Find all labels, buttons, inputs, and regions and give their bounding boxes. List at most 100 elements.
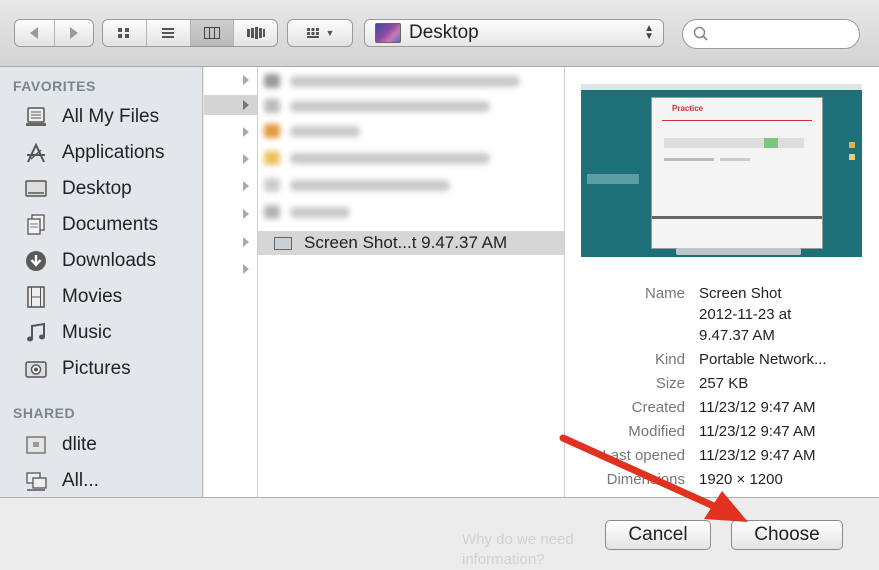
documents-icon — [24, 213, 48, 237]
name-value: Screen Shot — [699, 285, 782, 302]
sidebar-item-label: All My Files — [62, 106, 160, 127]
column-row[interactable] — [204, 122, 257, 142]
modified-value: 11/23/12 9:47 AM — [699, 423, 816, 440]
blurred-file-row[interactable] — [264, 201, 350, 223]
desktop-icon — [24, 177, 48, 201]
sidebar-item-label: Pictures — [62, 358, 131, 379]
image-file-icon — [274, 236, 292, 250]
sidebar-item-desktop[interactable]: Desktop — [24, 174, 132, 204]
forward-arrow-icon — [69, 27, 78, 39]
sidebar-item-movies[interactable]: Movies — [24, 282, 122, 312]
sidebar-item-label: dlite — [62, 434, 97, 455]
selected-file-row[interactable]: Screen Shot...t 9.47.37 AM — [258, 231, 564, 255]
shared-header: SHARED — [13, 405, 76, 421]
back-arrow-icon — [30, 27, 39, 39]
disclosure-arrow-icon — [243, 237, 249, 247]
created-label: Created — [631, 399, 685, 416]
sidebar-item-pictures[interactable]: Pictures — [24, 354, 131, 384]
kind-label: Kind — [654, 351, 685, 368]
search-field[interactable] — [682, 19, 860, 49]
arrange-grid-icon — [306, 28, 319, 38]
search-icon — [693, 26, 708, 41]
created-value: 11/23/12 9:47 AM — [699, 399, 816, 416]
music-icon — [24, 321, 48, 345]
blurred-file-row[interactable] — [264, 70, 520, 92]
blurred-file-row[interactable] — [264, 120, 360, 142]
column-row[interactable] — [204, 176, 257, 196]
sidebar-item-dlite[interactable]: dlite — [24, 430, 97, 460]
location-popup[interactable]: Desktop ▲ ▼ — [364, 19, 664, 47]
choose-button[interactable]: Choose — [731, 520, 843, 550]
all-files-icon — [24, 105, 48, 129]
downloads-icon — [24, 249, 48, 273]
browser-column-2: Screen Shot...t 9.47.37 AM — [258, 67, 565, 497]
back-button[interactable] — [15, 20, 55, 46]
preview-pane: Practice Name Screen Shot 2012-11-23 at … — [565, 67, 879, 497]
column-row[interactable] — [204, 149, 257, 169]
sidebar-item-label: Documents — [62, 214, 159, 235]
column-row[interactable] — [204, 204, 257, 224]
size-value: 257 KB — [699, 375, 749, 392]
computer-icon — [24, 433, 48, 457]
sidebar-item-label: Applications — [62, 142, 165, 163]
pictures-icon — [24, 357, 48, 381]
desktop-folder-icon — [375, 23, 401, 43]
chevron-down-icon: ▼ — [325, 28, 335, 38]
sidebar-item-label: Desktop — [62, 178, 132, 199]
sidebar-item-downloads[interactable]: Downloads — [24, 246, 156, 276]
name-value: 2012-11-23 at — [699, 306, 792, 323]
view-mode-control — [102, 19, 278, 47]
disclosure-arrow-icon — [243, 154, 249, 164]
column-view-button[interactable] — [190, 20, 235, 46]
forward-button[interactable] — [55, 20, 94, 46]
disclosure-arrow-icon — [243, 100, 249, 110]
dimensions-label: Dimensions — [606, 471, 685, 488]
kind-value: Portable Network... — [699, 351, 827, 368]
column-row[interactable] — [204, 259, 257, 279]
thumb-title: Practice — [672, 104, 704, 113]
coverflow-view-button[interactable] — [234, 20, 277, 46]
column-row[interactable] — [204, 70, 257, 90]
disclosure-arrow-icon — [243, 75, 249, 85]
blurred-file-row[interactable] — [264, 174, 450, 196]
cancel-button[interactable]: Cancel — [605, 520, 711, 550]
toolbar: ▼ Desktop ▲ ▼ — [0, 0, 879, 67]
background-page-text: Why do we need information? — [462, 530, 574, 570]
icon-view-button[interactable] — [103, 20, 147, 46]
disclosure-arrow-icon — [243, 127, 249, 137]
column-row[interactable] — [204, 95, 257, 115]
list-view-button[interactable] — [147, 20, 191, 46]
favorites-header: FAVORITES — [13, 78, 96, 94]
updown-arrows-icon: ▲ ▼ — [644, 23, 654, 42]
selected-file-name: Screen Shot...t 9.47.37 AM — [304, 233, 508, 252]
applications-icon — [24, 141, 48, 165]
sidebar-item-applications[interactable]: Applications — [24, 138, 164, 168]
arrange-menu-button[interactable]: ▼ — [287, 19, 353, 47]
list-view-icon — [162, 28, 175, 38]
sidebar-item-label: All... — [62, 470, 99, 491]
blurred-file-row[interactable] — [264, 147, 490, 169]
coverflow-view-icon — [246, 27, 265, 39]
sidebar-item-label: Movies — [62, 286, 123, 307]
last-opened-label: Last opened — [602, 447, 685, 464]
sidebar-item-documents[interactable]: Documents — [24, 210, 158, 240]
dialog-button-bar: Why do we need information? Cancel Choos… — [0, 497, 879, 568]
disclosure-arrow-icon — [243, 209, 249, 219]
back-forward-control — [14, 19, 94, 47]
sidebar: FAVORITES All My Files Applications Desk… — [0, 67, 203, 497]
sidebar-item-all-my-files[interactable]: All My Files — [24, 102, 159, 132]
disclosure-arrow-icon — [243, 181, 249, 191]
blurred-file-row[interactable] — [264, 95, 490, 117]
name-value: 9.47.37 AM — [699, 327, 775, 344]
icon-view-icon — [118, 28, 130, 38]
sidebar-item-all-shared[interactable]: All... — [24, 466, 99, 496]
sidebar-item-music[interactable]: Music — [24, 318, 112, 348]
column-row[interactable] — [204, 232, 257, 252]
disclosure-arrow-icon — [243, 264, 249, 274]
size-label: Size — [655, 375, 685, 392]
dimensions-value: 1920 × 1200 — [699, 471, 783, 488]
movies-icon — [24, 285, 48, 309]
sidebar-item-label: Music — [62, 322, 112, 343]
modified-label: Modified — [628, 423, 685, 440]
file-preview-thumbnail: Practice — [581, 84, 862, 257]
